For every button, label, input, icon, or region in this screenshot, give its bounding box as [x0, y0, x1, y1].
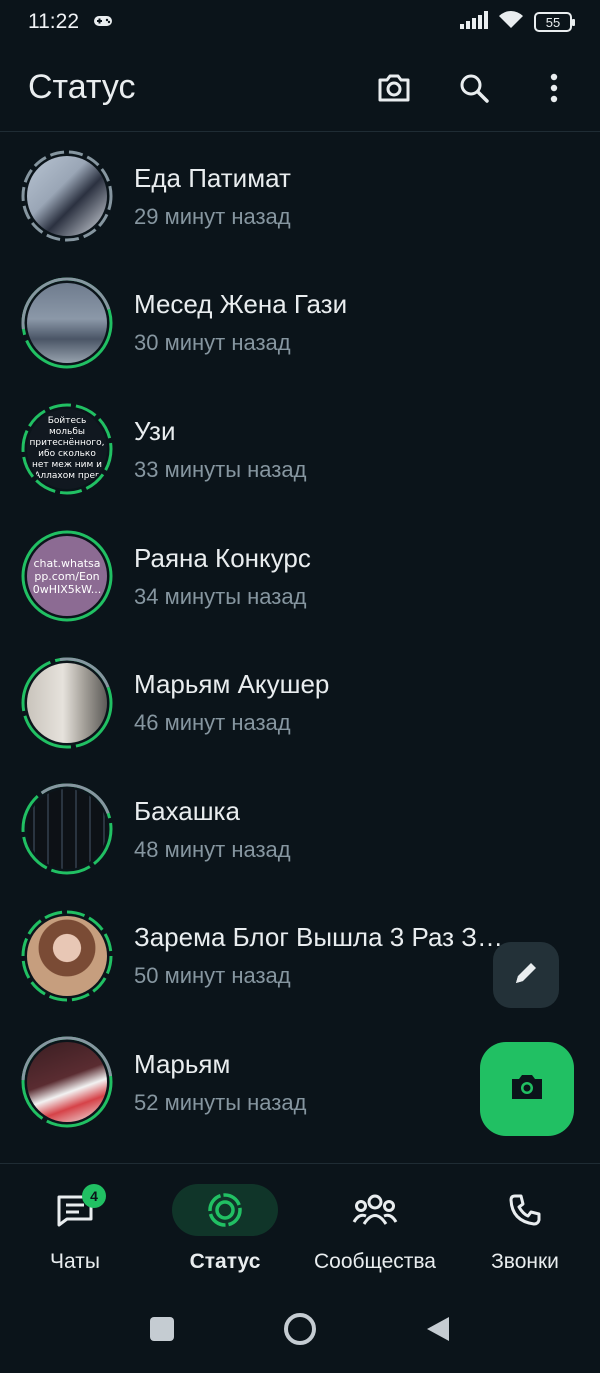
bottom-navigation: 4 Чаты Статус Сообщества Звонки — [0, 1163, 600, 1287]
recents-icon[interactable] — [149, 1316, 175, 1347]
more-vert-icon[interactable] — [536, 70, 572, 106]
status-row[interactable]: Марьям Акушер 46 минут назад — [0, 639, 600, 766]
status-time: 33 минуты назад — [134, 456, 307, 482]
status-avatar[interactable] — [20, 782, 114, 876]
status-time: 30 минут назад — [134, 330, 291, 356]
battery-icon: 55 — [534, 12, 575, 32]
chats-icon: 4 — [22, 1184, 128, 1236]
home-icon[interactable] — [283, 1312, 317, 1351]
battery-level: 55 — [545, 14, 561, 30]
status-avatar[interactable] — [20, 656, 114, 750]
tab-calls[interactable]: Звонки — [450, 1164, 600, 1287]
status-row[interactable]: chat.whatsapp.com/Eon0wHIX5kW... Раяна К… — [0, 513, 600, 640]
signal-icon — [460, 10, 488, 34]
status-avatar[interactable] — [20, 1035, 114, 1129]
camera-icon[interactable] — [376, 70, 412, 106]
contact-name: Месед Жена Гази — [134, 289, 348, 320]
avatar-caption: Бойтесь мольбы притеснённого, ибо скольк… — [29, 416, 105, 482]
status-row[interactable]: Месед Жена Гази 30 минут назад — [0, 260, 600, 387]
status-row[interactable]: Бойтесь мольбы притеснённого, ибо скольк… — [0, 386, 600, 513]
calls-icon — [472, 1184, 578, 1236]
pencil-icon — [511, 958, 541, 993]
tab-chats[interactable]: 4 Чаты — [0, 1164, 150, 1287]
contact-name: Узи — [134, 415, 176, 446]
status-row[interactable]: Еда Патимат 29 минут назад — [0, 133, 600, 260]
contact-name: Бахашка — [134, 795, 240, 826]
tab-communities[interactable]: Сообщества — [300, 1164, 450, 1287]
status-icon — [172, 1184, 278, 1236]
system-status-bar: 11:22 55 — [0, 0, 600, 44]
status-avatar[interactable] — [20, 276, 114, 370]
gamepad-icon — [93, 10, 113, 34]
tab-label: Статус — [189, 1250, 261, 1273]
system-navigation-bar — [0, 1290, 600, 1373]
contact-name: Марьям Акушер — [134, 669, 330, 700]
unread-badge: 4 — [82, 1184, 106, 1208]
status-time: 48 минут назад — [134, 836, 291, 862]
avatar-caption: chat.whatsapp.com/Eon0wHIX5kW... — [32, 556, 102, 596]
contact-name: Раяна Конкурс — [134, 542, 311, 573]
page-title: Статус — [28, 68, 136, 106]
status-time: 46 минут назад — [134, 710, 291, 736]
tab-label: Чаты — [50, 1250, 100, 1273]
status-avatar[interactable]: Бойтесь мольбы притеснённого, ибо скольк… — [20, 402, 114, 496]
wifi-icon — [498, 10, 524, 35]
communities-icon — [322, 1184, 428, 1236]
contact-name: Еда Патимат — [134, 162, 291, 193]
status-row[interactable]: Бахашка 48 минут назад — [0, 766, 600, 893]
camera-icon — [509, 1072, 545, 1107]
camera-status-button[interactable] — [480, 1042, 574, 1136]
clock: 11:22 — [28, 10, 79, 33]
back-icon[interactable] — [425, 1315, 451, 1348]
tab-label: Звонки — [491, 1250, 559, 1273]
status-avatar[interactable] — [20, 909, 114, 1003]
status-time: 34 минуты назад — [134, 583, 307, 609]
tab-label: Сообщества — [314, 1250, 436, 1273]
tab-status[interactable]: Статус — [150, 1164, 300, 1287]
search-icon[interactable] — [456, 70, 492, 106]
status-avatar[interactable]: chat.whatsapp.com/Eon0wHIX5kW... — [20, 529, 114, 623]
status-avatar[interactable] — [20, 149, 114, 243]
text-status-button[interactable] — [493, 942, 559, 1008]
app-bar: Статус — [0, 44, 600, 132]
status-time: 29 минут назад — [134, 203, 291, 229]
